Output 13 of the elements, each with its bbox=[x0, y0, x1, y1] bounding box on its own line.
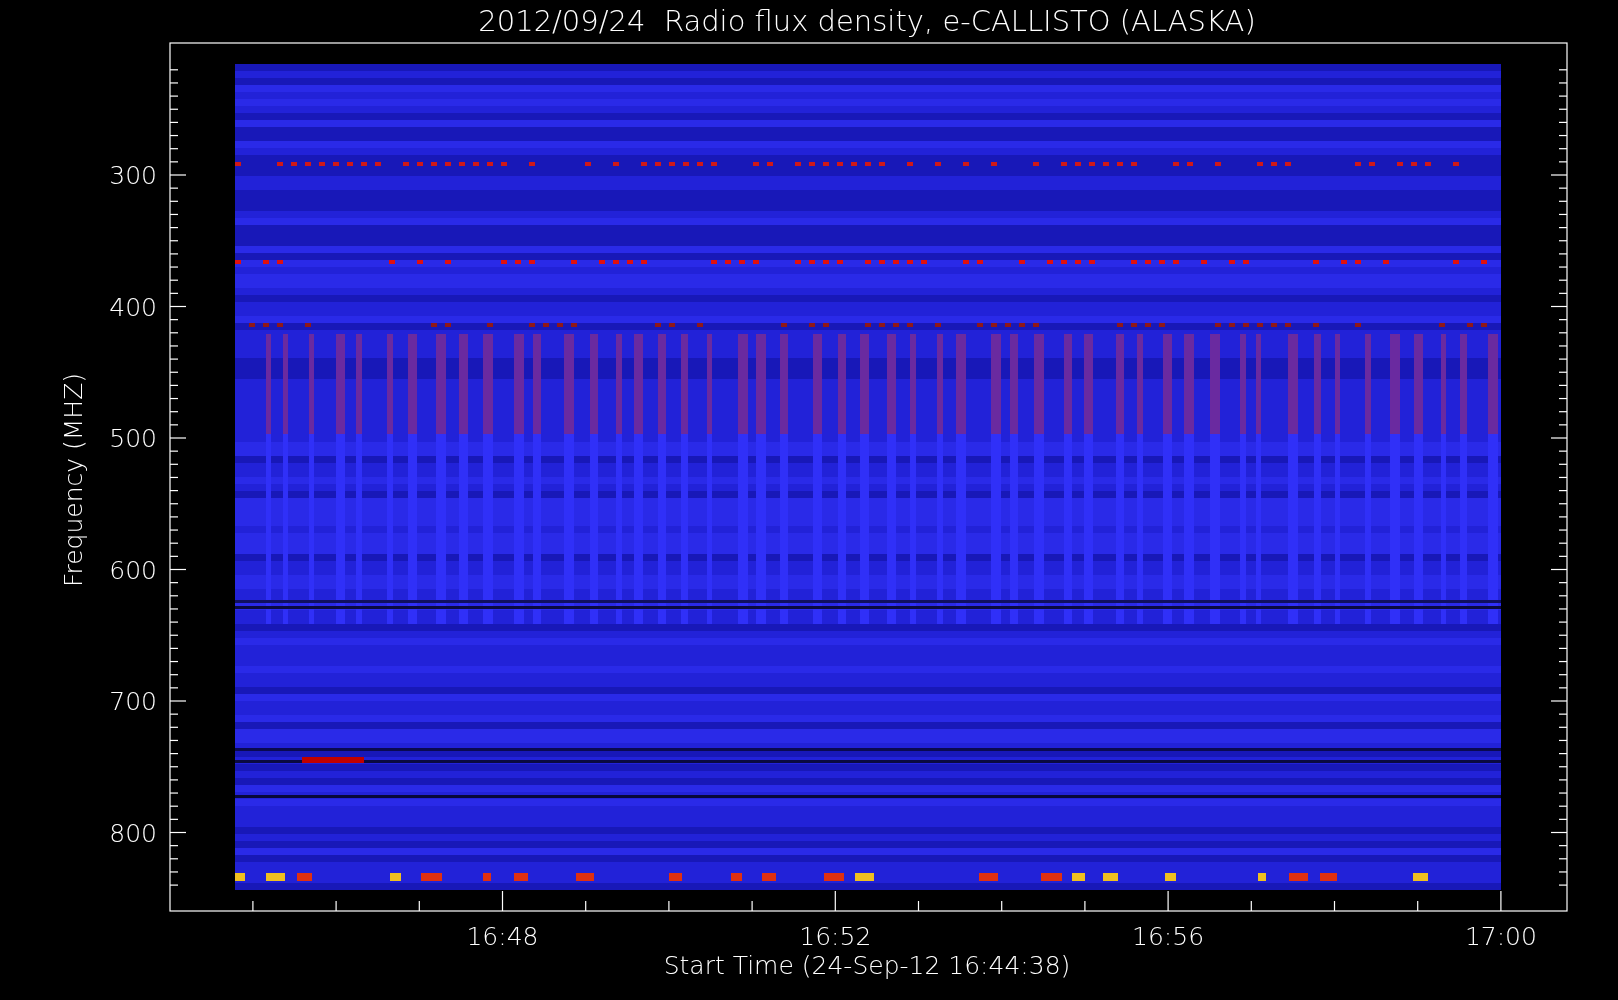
y-tick-label: 500 bbox=[109, 424, 157, 453]
x-tick-label: 17:00 bbox=[1464, 922, 1537, 951]
x-axis-title: Start Time (24-Sep-12 16:44:38) bbox=[663, 951, 1071, 980]
y-axis-title: Frequency (MHZ) bbox=[59, 372, 88, 588]
chart-title: 2012/09/24 Radio flux density, e-CALLISTO (ALASKA) bbox=[478, 4, 1256, 38]
y-tick-label: 600 bbox=[109, 555, 157, 585]
y-tick-label: 800 bbox=[109, 818, 157, 848]
x-tick-label: 16:52 bbox=[799, 922, 872, 951]
y-tick-label: 700 bbox=[109, 687, 157, 716]
x-tick-label: 16:56 bbox=[1132, 922, 1205, 951]
y-tick-label: 300 bbox=[109, 161, 157, 190]
y-tick-label: 400 bbox=[109, 292, 157, 322]
x-tick-label: 16:48 bbox=[466, 922, 539, 951]
